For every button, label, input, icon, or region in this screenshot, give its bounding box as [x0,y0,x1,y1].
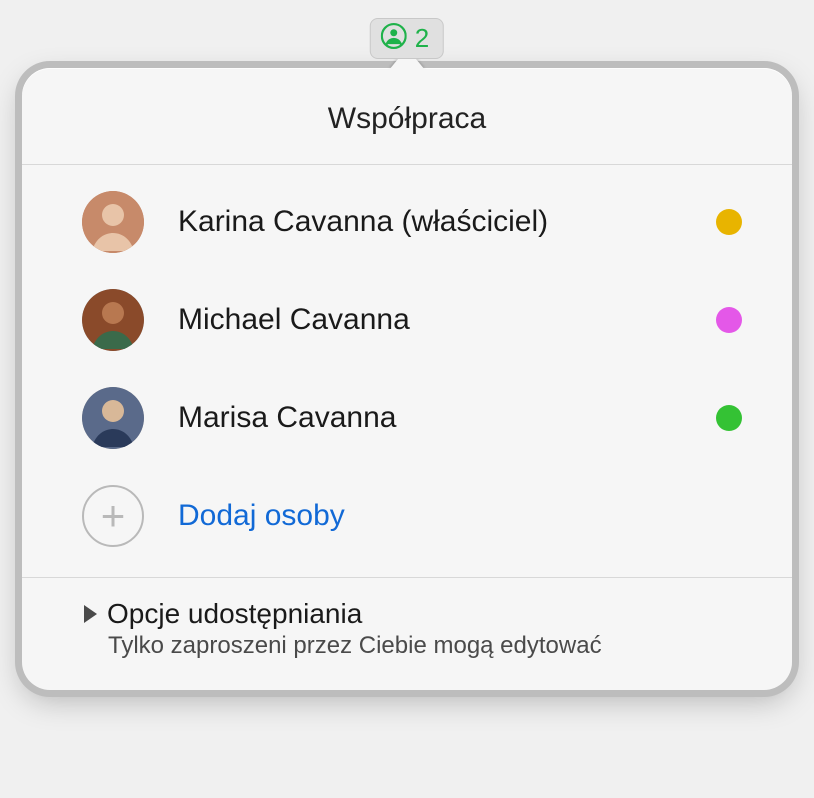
participant-color-dot [716,405,742,431]
participant-row[interactable]: Michael Cavanna [22,271,792,369]
sharing-options-header: Opcje udostępniania [84,598,742,630]
avatar [82,191,144,253]
sharing-options-title: Opcje udostępniania [107,598,362,630]
add-people-label: Dodaj osoby [178,499,345,533]
avatar [82,289,144,351]
collaboration-badge-button[interactable]: 2 [370,18,444,59]
sharing-options-toggle[interactable]: Opcje udostępniania Tylko zaproszeni prz… [22,577,792,690]
participant-color-dot [716,209,742,235]
participants-list: Karina Cavanna (właściciel) Michael Cava… [22,165,792,577]
badge-count: 2 [415,23,429,54]
add-people-button[interactable]: + Dodaj osoby [22,467,792,577]
participant-name: Marisa Cavanna [178,401,682,435]
popover-body: Współpraca Karina Cavanna (właściciel) M… [22,68,792,690]
plus-icon: + [82,485,144,547]
participant-name: Karina Cavanna (właściciel) [178,205,682,239]
participant-row[interactable]: Marisa Cavanna [22,369,792,467]
participant-color-dot [716,307,742,333]
popover-title: Współpraca [22,68,792,165]
collaboration-popover: Współpraca Karina Cavanna (właściciel) M… [22,68,792,690]
participant-row[interactable]: Karina Cavanna (właściciel) [22,173,792,271]
person-icon [381,23,407,54]
sharing-options-subtitle: Tylko zaproszeni przez Ciebie mogą edyto… [108,632,742,660]
participant-name: Michael Cavanna [178,303,682,337]
disclosure-triangle-icon [84,605,97,623]
avatar [82,387,144,449]
